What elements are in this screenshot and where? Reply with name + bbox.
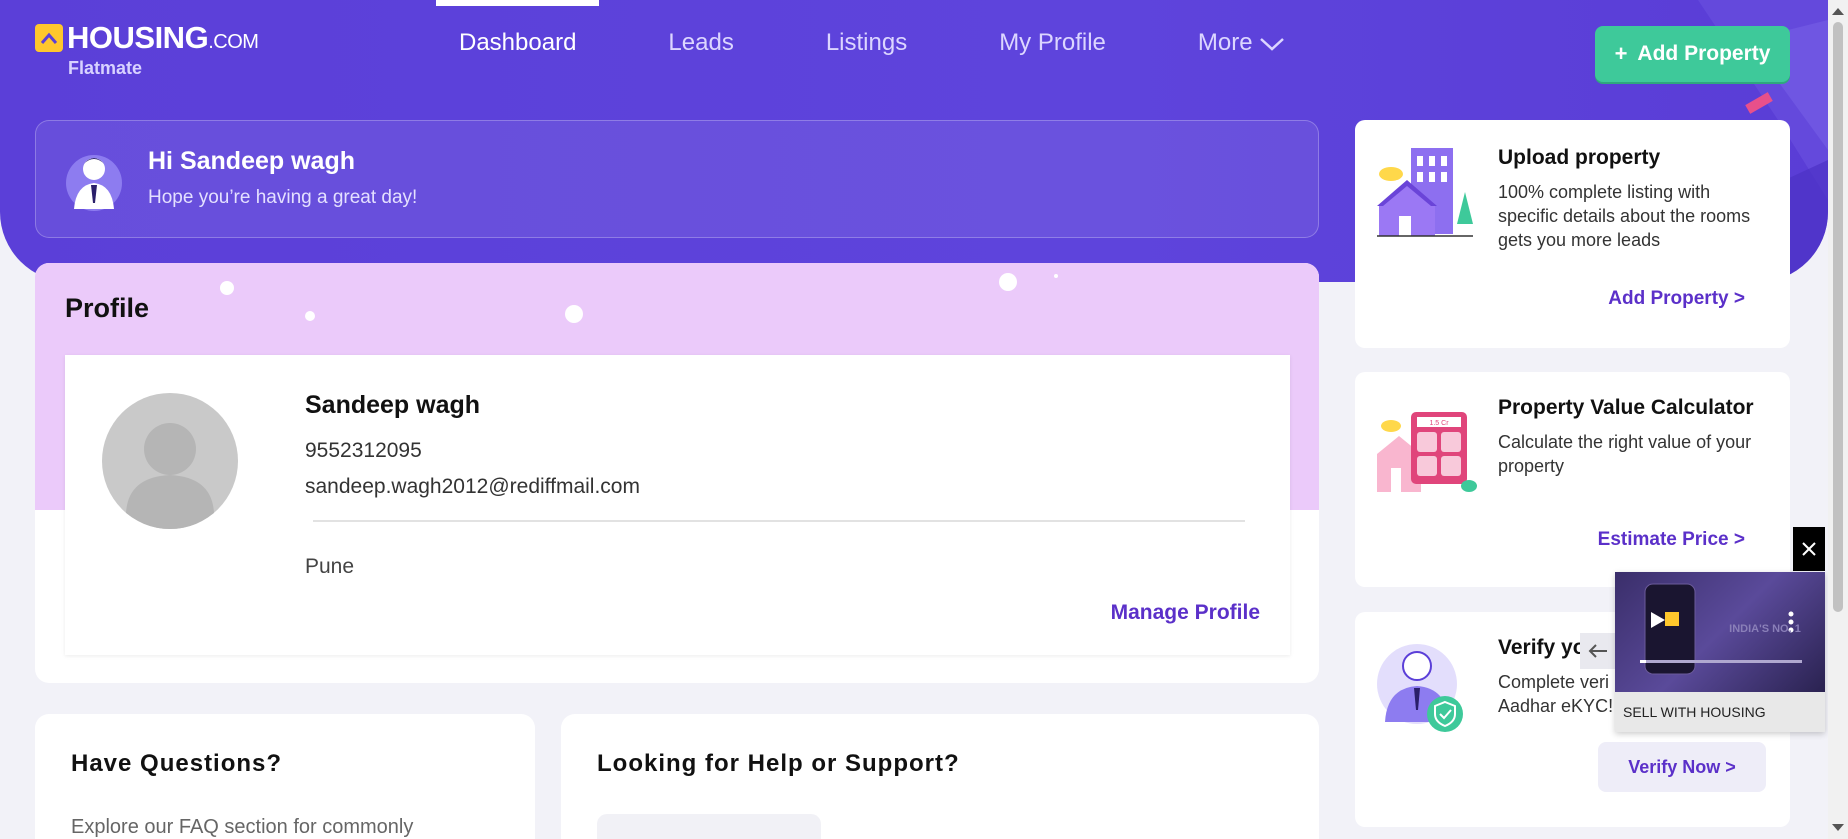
profile-email: sandeep.wagh2012@rediffmail.com — [305, 475, 640, 498]
video-overlay-text: INDIA'S NO. 1 — [1729, 623, 1801, 635]
support-action-button[interactable] — [597, 814, 821, 839]
calculator-icon: 1.5 Cr — [1377, 412, 1477, 492]
profile-phone: 9552312095 — [305, 439, 422, 462]
profile-card: Profile Sandeep wagh 9552312095 sandeep.… — [35, 263, 1319, 683]
estimate-price-link[interactable]: Estimate Price > — [1598, 529, 1745, 551]
nav-my-profile[interactable]: My Profile — [976, 0, 1129, 85]
faq-title: Have Questions? — [71, 750, 283, 777]
calculator-desc: Calculate the right value of your proper… — [1498, 432, 1752, 476]
video-close-button[interactable] — [1793, 527, 1825, 571]
scroll-thumb[interactable] — [1833, 22, 1843, 612]
faq-text: Explore our FAQ section for commonly — [71, 816, 414, 838]
decor-dot — [220, 281, 234, 295]
divider — [313, 520, 1245, 522]
manage-profile-link[interactable]: Manage Profile — [1111, 601, 1260, 625]
video-collapse-button[interactable] — [1580, 633, 1615, 669]
main-nav: Dashboard Leads Listings My Profile More — [436, 0, 1354, 85]
chevron-down-icon — [1259, 37, 1284, 51]
avatar — [102, 393, 238, 529]
chevron-right-icon: > — [1733, 529, 1745, 550]
arrow-left-icon — [1588, 644, 1607, 658]
scroll-up-arrow[interactable] — [1832, 8, 1844, 15]
calculator-title: Property Value Calculator — [1498, 396, 1754, 419]
upload-title: Upload property — [1498, 146, 1661, 169]
person-placeholder-icon — [126, 423, 214, 529]
greeting-subtitle: Hope you’re having a great day! — [148, 187, 418, 208]
verify-title: Verify yo — [1498, 636, 1586, 659]
decor-dot — [305, 311, 315, 321]
add-property-button[interactable]: + Add Property — [1595, 26, 1790, 82]
nav-listings[interactable]: Listings — [803, 0, 930, 85]
profile-heading: Profile — [65, 293, 150, 323]
calculator-screen-text: 1.5 Cr — [1429, 420, 1449, 427]
profile-city: Pune — [305, 555, 355, 578]
video-player[interactable]: INDIA'S NO. 1 — [1615, 572, 1825, 692]
nav-leads[interactable]: Leads — [645, 0, 756, 85]
calculator-card: 1.5 Cr Property Value Calculator Calcula… — [1355, 372, 1790, 587]
support-card: Looking for Help or Support? — [561, 714, 1319, 839]
decor-dot — [1054, 274, 1058, 278]
verify-now-button[interactable]: Verify Now > — [1598, 742, 1766, 792]
plus-icon: + — [1614, 41, 1628, 66]
upload-property-card: Upload property 100% complete listing wi… — [1355, 120, 1790, 348]
logo-mark-icon — [35, 24, 63, 52]
video-thumbnail: INDIA'S NO. 1 — [1640, 583, 1802, 675]
chevron-right-icon: > — [1733, 288, 1745, 309]
logo-subtitle: Flatmate — [68, 58, 143, 78]
nav-dashboard[interactable]: Dashboard — [436, 0, 600, 85]
faq-card: Have Questions? Explore our FAQ section … — [35, 714, 535, 839]
add-property-label: Add Property — [1637, 42, 1771, 65]
logo-text: HOUSING.COM — [67, 20, 259, 55]
nav-more[interactable]: More — [1175, 0, 1308, 85]
profile-details: Sandeep wagh 9552312095 sandeep.wagh2012… — [65, 355, 1290, 655]
building-icon — [1377, 148, 1473, 237]
profile-name: Sandeep wagh — [305, 391, 481, 419]
scroll-down-arrow[interactable] — [1832, 824, 1844, 831]
greeting-banner: Hi Sandeep wagh Hope you’re having a gre… — [35, 120, 1319, 238]
nav-more-label: More — [1197, 29, 1253, 56]
greeting-title: Hi Sandeep wagh — [148, 147, 355, 175]
upload-link-label: Add Property — [1608, 288, 1729, 309]
estimate-link-label: Estimate Price — [1597, 529, 1729, 550]
upload-add-property-link[interactable]: Add Property > — [1608, 288, 1745, 310]
decor-dot — [565, 305, 583, 323]
close-icon — [1802, 542, 1816, 556]
verified-user-icon — [1377, 644, 1463, 732]
support-title: Looking for Help or Support? — [597, 750, 960, 777]
decor-dot — [999, 273, 1017, 291]
upload-desc: 100% complete listing with specific deta… — [1498, 182, 1751, 250]
video-popup[interactable]: INDIA'S NO. 1 SELL WITH HOUSING — [1615, 572, 1825, 732]
user-avatar-icon — [66, 155, 122, 211]
housing-logo[interactable]: HOUSING.COM Flatmate — [35, 20, 259, 79]
page-scrollbar[interactable] — [1828, 0, 1848, 839]
video-label: SELL WITH HOUSING — [1623, 704, 1766, 720]
